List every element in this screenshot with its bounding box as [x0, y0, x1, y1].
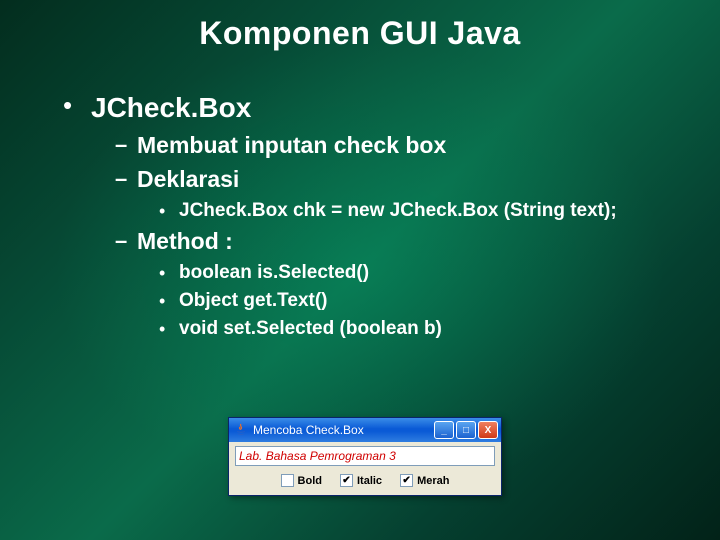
- bullet-l2-text: Membuat inputan check box: [137, 132, 446, 158]
- bullet-l3-declaration: JCheck.Box chk = new JCheck.Box (String …: [159, 199, 665, 224]
- bullet-l2-membuat: Membuat inputan check box: [115, 131, 665, 161]
- demo-window: Mencoba Check.Box _ □ X Bold: [228, 417, 502, 496]
- checkbox-italic[interactable]: ✔ Italic: [340, 474, 382, 487]
- bullet-l1-jcheckbox: JCheck.Box Membuat inputan check box Dek…: [63, 90, 665, 341]
- checkbox-label: Merah: [417, 475, 449, 487]
- window-titlebar[interactable]: Mencoba Check.Box _ □ X: [229, 418, 501, 442]
- close-button[interactable]: X: [478, 421, 498, 439]
- bullet-l2-text: Deklarasi: [137, 166, 239, 192]
- checkbox-bold[interactable]: Bold: [281, 474, 322, 487]
- bullet-l3-gettext: Object get.Text(): [159, 289, 665, 314]
- checkbox-row: Bold ✔ Italic ✔ Merah: [235, 472, 495, 489]
- minimize-button[interactable]: _: [434, 421, 454, 439]
- bullet-l3-isselected: boolean is.Selected(): [159, 261, 665, 286]
- checkbox-box-bold: [281, 474, 294, 487]
- bullet-l2-method: Method : boolean is.Selected() Object ge…: [115, 227, 665, 341]
- minimize-icon: _: [441, 425, 447, 436]
- checkbox-box-merah: ✔: [400, 474, 413, 487]
- bullet-list-level2: Membuat inputan check box Deklarasi JChe…: [91, 131, 665, 341]
- bullet-l2-deklarasi: Deklarasi JCheck.Box chk = new JCheck.Bo…: [115, 165, 665, 224]
- checkbox-box-italic: ✔: [340, 474, 353, 487]
- bullet-l2-text: Method :: [137, 228, 233, 254]
- bullet-l3-text: void set.Selected (boolean b): [179, 318, 442, 339]
- checkbox-label: Bold: [298, 475, 322, 487]
- bullet-l3-setselected: void set.Selected (boolean b): [159, 317, 665, 342]
- bullet-list-level3: JCheck.Box chk = new JCheck.Box (String …: [137, 199, 665, 224]
- slide-title: Komponen GUI Java: [55, 15, 665, 52]
- window-buttons: _ □ X: [434, 421, 498, 439]
- maximize-icon: □: [463, 425, 469, 436]
- checkbox-merah[interactable]: ✔ Merah: [400, 474, 449, 487]
- bullet-l3-text: JCheck.Box chk = new JCheck.Box (String …: [179, 200, 617, 221]
- bullet-l3-text: Object get.Text(): [179, 290, 328, 311]
- bullet-l3-text: boolean is.Selected(): [179, 262, 369, 283]
- checkbox-label: Italic: [357, 475, 382, 487]
- close-icon: X: [485, 425, 492, 436]
- bullet-list-level1: JCheck.Box Membuat inputan check box Dek…: [55, 90, 665, 341]
- bullet-list-level3-methods: boolean is.Selected() Object get.Text() …: [137, 261, 665, 341]
- window-body: Bold ✔ Italic ✔ Merah: [229, 442, 501, 495]
- maximize-button[interactable]: □: [456, 421, 476, 439]
- demo-textfield[interactable]: [235, 446, 495, 466]
- java-icon: [234, 423, 248, 437]
- window-title: Mencoba Check.Box: [253, 423, 434, 437]
- bullet-l1-text: JCheck.Box: [91, 92, 251, 123]
- slide: Komponen GUI Java JCheck.Box Membuat inp…: [0, 0, 720, 540]
